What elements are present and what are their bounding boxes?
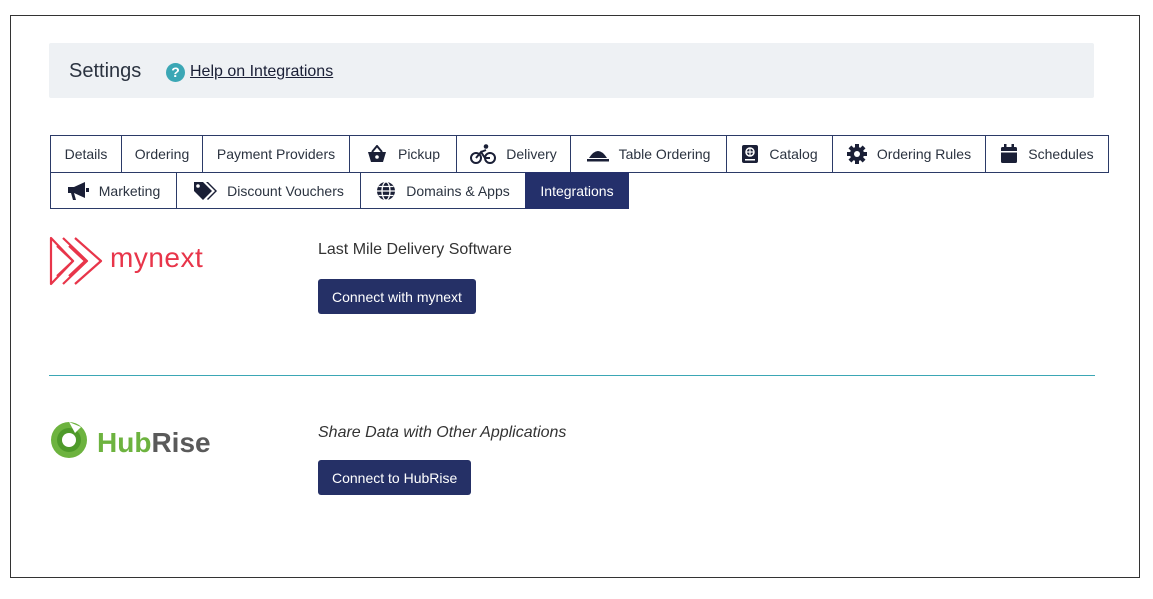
- tab-ordering-rules[interactable]: Ordering Rules: [832, 135, 986, 173]
- bicycle-icon: [470, 144, 497, 164]
- settings-header: Settings ? Help on Integrations: [49, 43, 1094, 98]
- tab-pickup[interactable]: Pickup: [349, 135, 457, 173]
- mynext-logo-text: mynext: [110, 242, 204, 273]
- tab-label: Marketing: [98, 182, 161, 199]
- tab-label: Domains & Apps: [406, 182, 510, 199]
- page-frame: [10, 15, 1140, 578]
- tab-delivery[interactable]: Delivery: [456, 135, 571, 173]
- catalog-book-icon: [742, 145, 759, 163]
- tags-icon: [194, 181, 218, 200]
- tab-details[interactable]: Details: [50, 135, 122, 173]
- tab-label: Ordering Rules: [876, 146, 972, 162]
- gear-icon: [846, 144, 867, 164]
- tab-label: Discount Vouchers: [227, 182, 344, 199]
- page-title: Settings: [69, 60, 142, 82]
- hubrise-logo-text: HubRise: [97, 427, 211, 459]
- tab-label: Details: [64, 146, 108, 162]
- tab-label: Delivery: [506, 146, 557, 162]
- help-link[interactable]: Help on Integrations: [190, 63, 333, 81]
- tab-table-ordering[interactable]: Table Ordering: [570, 135, 727, 173]
- tabs-row-1: Details Ordering Payment Providers Picku…: [50, 135, 1109, 173]
- tab-discount-vouchers[interactable]: Discount Vouchers: [176, 172, 361, 209]
- tab-schedules[interactable]: Schedules: [985, 135, 1109, 173]
- tab-label: Integrations: [540, 182, 614, 199]
- tab-label: Payment Providers: [216, 146, 336, 162]
- cloche-icon: [586, 151, 609, 162]
- tab-domains-apps[interactable]: Domains & Apps: [360, 172, 526, 209]
- hubrise-logo-text-rise: Rise: [151, 427, 211, 458]
- mynext-logo-icon: [49, 236, 103, 286]
- question-circle-icon[interactable]: ?: [166, 63, 185, 82]
- hubrise-tagline: Share Data with Other Applications: [318, 424, 567, 441]
- mynext-tagline: Last Mile Delivery Software: [318, 241, 512, 258]
- tab-ordering[interactable]: Ordering: [121, 135, 203, 173]
- tab-label: Schedules: [1028, 146, 1094, 162]
- hubrise-logo-text-hub: Hub: [97, 427, 152, 458]
- tab-label: Table Ordering: [618, 146, 711, 162]
- tab-integrations[interactable]: Integrations: [525, 172, 629, 209]
- tab-label: Ordering: [134, 146, 190, 162]
- tab-catalog[interactable]: Catalog: [726, 135, 833, 173]
- connect-mynext-button[interactable]: Connect with mynext: [318, 279, 476, 314]
- megaphone-icon: [67, 181, 89, 200]
- tabs-row-2: Marketing Discount Vouchers Domains & Ap…: [50, 172, 629, 209]
- connect-hubrise-button[interactable]: Connect to HubRise: [318, 460, 472, 495]
- section-divider: [49, 375, 1095, 376]
- globe-icon: [377, 180, 396, 201]
- calendar-icon: [1001, 144, 1018, 163]
- tab-payment-providers[interactable]: Payment Providers: [202, 135, 350, 173]
- tab-marketing[interactable]: Marketing: [50, 172, 177, 209]
- hubrise-logo-icon: [51, 422, 87, 458]
- tab-label: Pickup: [397, 146, 441, 162]
- basket-icon: [367, 145, 386, 162]
- tab-label: Catalog: [769, 146, 818, 162]
